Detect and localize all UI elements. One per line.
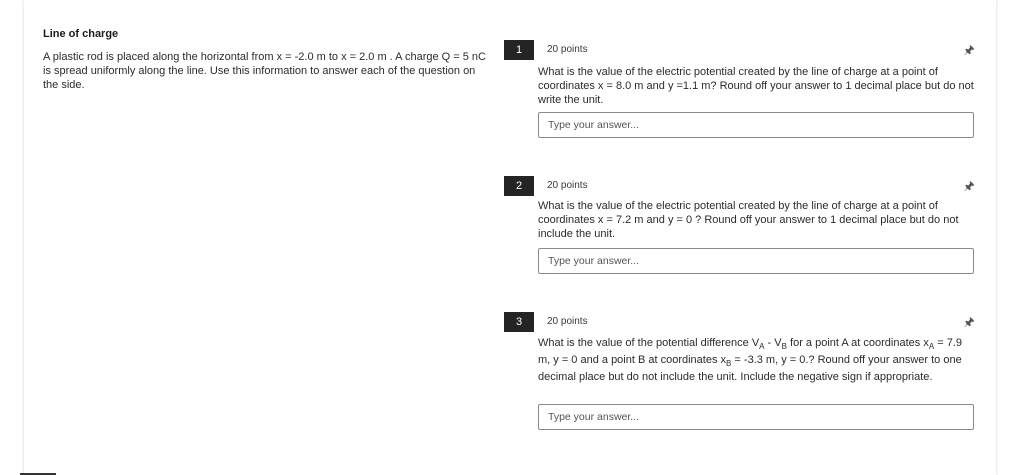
- answer-input[interactable]: [538, 248, 974, 274]
- answer-input[interactable]: [538, 404, 974, 430]
- question-number: 2: [504, 176, 534, 196]
- question-points: 20 points: [547, 180, 588, 191]
- question-text: What is the value of the electric potent…: [538, 200, 959, 240]
- question-text: What is the value of the potential diffe…: [538, 337, 963, 383]
- question-points: 20 points: [547, 44, 588, 55]
- pin-icon[interactable]: 🖈: [962, 43, 976, 57]
- question-number: 3: [504, 312, 534, 332]
- question-points: 20 points: [547, 316, 588, 327]
- question-number: 1: [504, 40, 534, 60]
- section-description: A plastic rod is placed along the horizo…: [43, 51, 486, 91]
- question-text: What is the value of the electric potent…: [538, 66, 974, 106]
- section-panel: Line of charge A plastic rod is placed a…: [43, 28, 491, 92]
- pin-icon[interactable]: 🖈: [962, 315, 976, 329]
- section-title: Line of charge: [43, 28, 119, 40]
- answer-input[interactable]: [538, 112, 974, 138]
- pin-icon[interactable]: 🖈: [962, 179, 976, 193]
- form-card: Line of charge A plastic rod is placed a…: [24, 0, 996, 475]
